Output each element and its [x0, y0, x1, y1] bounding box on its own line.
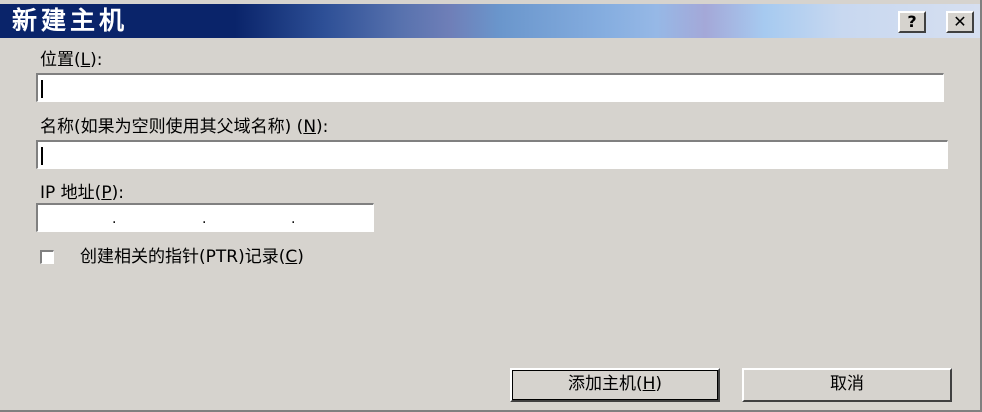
- close-icon: ✕: [953, 12, 967, 31]
- help-icon: ?: [907, 12, 917, 31]
- ip-separator-3: .: [291, 211, 296, 227]
- ip-address-field[interactable]: . . .: [36, 203, 374, 232]
- ptr-label[interactable]: 创建相关的指针(PTR)记录(C): [80, 246, 304, 268]
- location-field[interactable]: [36, 73, 944, 102]
- add-host-label: 添加主机: [567, 374, 636, 394]
- cancel-button[interactable]: 取消: [742, 368, 952, 402]
- name-field[interactable]: [36, 140, 948, 169]
- ip-separator-1: .: [112, 211, 117, 227]
- help-button[interactable]: ?: [898, 11, 926, 33]
- ptr-label-text: 创建相关的指针(PTR)记录: [80, 247, 279, 267]
- close-button[interactable]: ✕: [946, 11, 974, 33]
- cancel-label: 取消: [830, 374, 864, 394]
- name-label: 名称(如果为空则使用其父域名称) (N):: [40, 117, 329, 137]
- name-accel: N: [303, 117, 317, 137]
- ptr-checkbox[interactable]: [40, 250, 54, 264]
- text-caret: [41, 80, 43, 98]
- location-accel: L: [80, 50, 91, 70]
- ip-accel: P: [101, 183, 112, 203]
- text-caret: [41, 147, 43, 165]
- title-bar[interactable]: 新建主机: [0, 4, 980, 38]
- location-label: 位置(L):: [40, 50, 103, 70]
- ip-label-text: IP 地址: [40, 183, 95, 203]
- ptr-accel: C: [285, 247, 298, 267]
- ip-separator-2: .: [202, 211, 207, 227]
- dialog-title: 新建主机: [12, 6, 129, 35]
- new-host-dialog: 新建主机 ? ✕ 位置(L): 名称(如果为空则使用其父域名称) (N): IP…: [0, 0, 982, 412]
- add-host-accel: H: [642, 374, 656, 394]
- name-label-text: 名称(如果为空则使用其父域名称): [40, 117, 292, 137]
- ip-label: IP 地址(P):: [40, 183, 124, 203]
- add-host-button[interactable]: 添加主机(H): [510, 368, 720, 402]
- location-label-text: 位置: [40, 50, 74, 70]
